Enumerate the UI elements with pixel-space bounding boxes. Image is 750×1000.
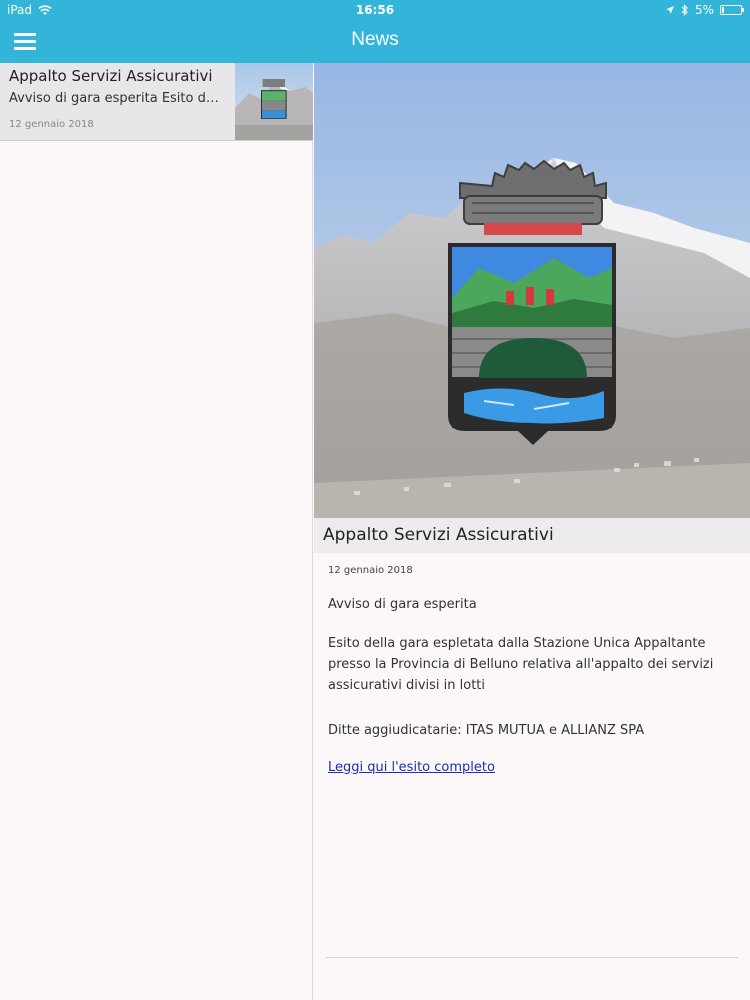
list-item[interactable]: Appalto Servizi Assicurativi Avviso di g… xyxy=(0,63,313,141)
detail-paragraph: Avviso di gara esperita xyxy=(328,597,477,612)
list-item-thumbnail xyxy=(235,63,313,140)
page-title: News xyxy=(351,29,399,50)
full-result-link[interactable]: Leggi qui l'esito completo xyxy=(328,760,495,775)
battery-icon xyxy=(720,5,744,15)
detail-paragraph: Ditte aggiudicatarie: ITAS MUTUA e ALLIA… xyxy=(328,723,645,738)
location-arrow-icon xyxy=(665,6,674,14)
detail-date: 12 gennaio 2018 xyxy=(328,565,413,576)
nav-bar: News xyxy=(0,20,750,63)
divider xyxy=(326,957,738,958)
top-bar: iPad 16:56 5% News xyxy=(0,0,750,63)
status-bar: iPad 16:56 5% xyxy=(0,0,750,20)
list-item-date: 12 gennaio 2018 xyxy=(9,119,94,130)
battery-percent: 5% xyxy=(694,3,714,17)
news-detail: Appalto Servizi Assicurativi 12 gennaio … xyxy=(314,63,750,1000)
coat-of-arms-icon xyxy=(448,159,616,445)
news-list: Appalto Servizi Assicurativi Avviso di g… xyxy=(0,63,313,1000)
detail-paragraph: Esito della gara espletata dalla Stazion… xyxy=(328,636,714,693)
list-item-title: Appalto Servizi Assicurativi xyxy=(9,67,213,85)
list-item-summary: Avviso di gara esperita Esito della... xyxy=(9,91,224,106)
thumbnail-image xyxy=(235,63,313,140)
bluetooth-icon xyxy=(681,4,688,16)
hero-caption: Appalto Servizi Assicurativi xyxy=(314,518,750,553)
hero-image xyxy=(314,63,750,518)
status-time: 16:56 xyxy=(355,3,395,17)
detail-title: Appalto Servizi Assicurativi xyxy=(323,525,554,545)
